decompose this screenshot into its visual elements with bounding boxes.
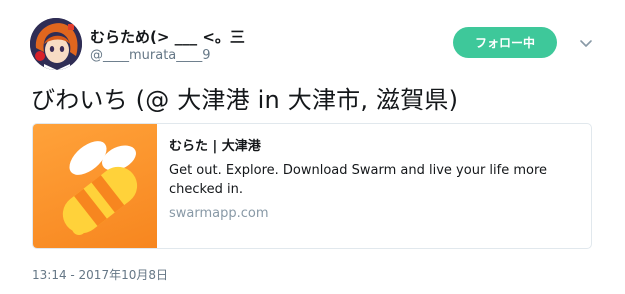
- avatar-image: [30, 18, 82, 70]
- card-description: Get out. Explore. Download Swarm and liv…: [169, 163, 548, 197]
- card-domain: swarmapp.com: [169, 206, 269, 221]
- display-name[interactable]: むらため(> ___ <。三: [90, 26, 245, 47]
- card-title: むらた | 大津港: [169, 139, 261, 154]
- chevron-down-icon[interactable]: [578, 35, 594, 51]
- following-button[interactable]: フォロー中: [453, 27, 557, 58]
- swarm-bee-icon: [62, 141, 138, 235]
- avatar[interactable]: [30, 18, 82, 70]
- swarm-logo-image: [33, 124, 157, 248]
- link-card[interactable]: むらた | 大津港 Get out. Explore. Download Swa…: [32, 123, 592, 249]
- tweet: むらため(> ___ <。三 @____murata____9 フォロー中 びわ…: [0, 0, 625, 294]
- user-handle[interactable]: @____murata____9: [90, 48, 211, 63]
- tweet-text: びわいち (@ 大津港 in 大津市, 滋賀県): [31, 86, 459, 114]
- tweet-timestamp[interactable]: 13:14 - 2017年10月8日: [32, 266, 168, 283]
- card-content: むらた | 大津港 Get out. Explore. Download Swa…: [169, 135, 579, 221]
